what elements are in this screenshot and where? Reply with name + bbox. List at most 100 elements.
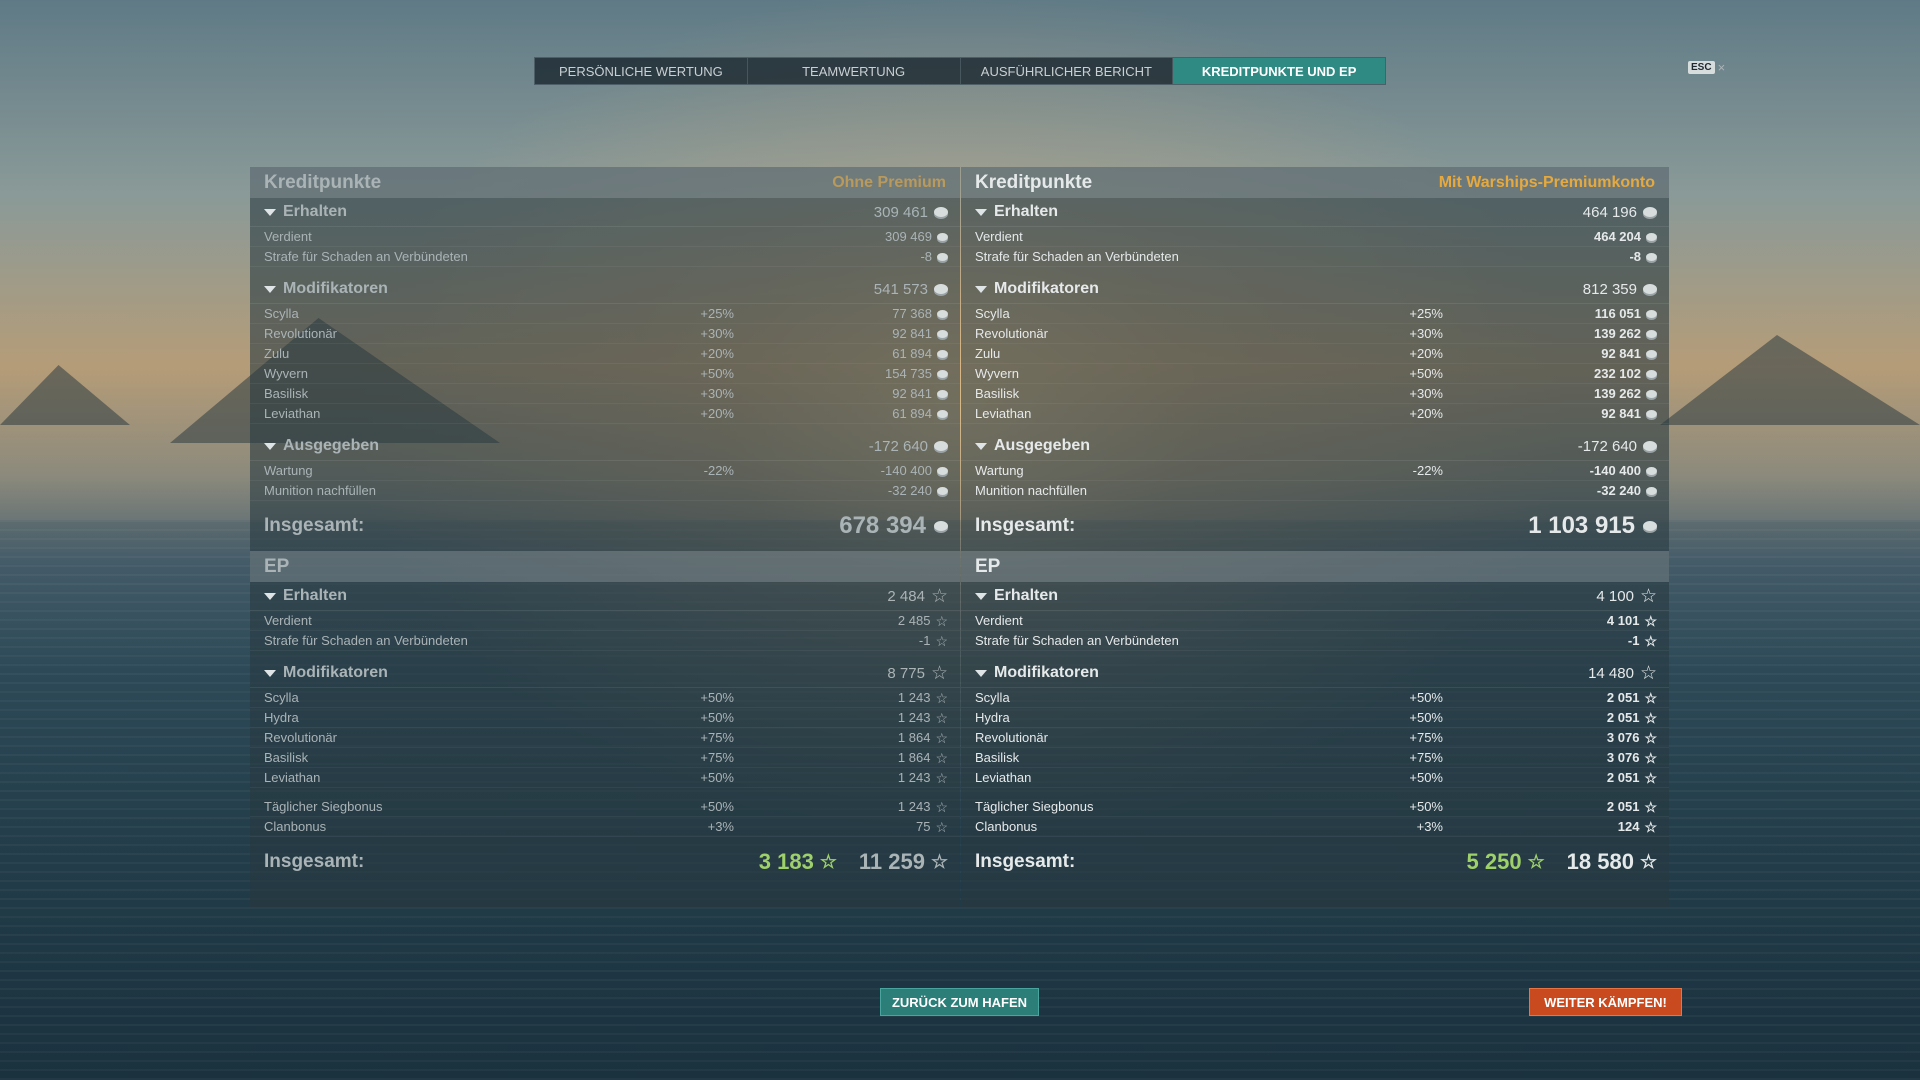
row-amount: -32 240: [1596, 483, 1641, 498]
credit-coin-icon: [1643, 441, 1657, 451]
triangle-down-icon: [264, 669, 276, 677]
result-tabs: PERSÖNLICHE WERTUNG TEAMWERTUNG AUSFÜHRL…: [534, 57, 1386, 85]
tab-personal-score[interactable]: PERSÖNLICHE WERTUNG: [535, 58, 748, 84]
group-header-spent[interactable]: Ausgegeben -172 640: [961, 432, 1669, 461]
row-name: Basilisk: [975, 386, 1020, 401]
triangle-down-icon: [975, 208, 987, 216]
group-amount: 812 359: [1583, 281, 1657, 298]
group-header-modifiers[interactable]: Modifikatoren 541 573: [250, 275, 960, 304]
close-screen-button[interactable]: ESC ×: [1688, 60, 1725, 75]
row-value: 232 102: [1457, 366, 1657, 381]
row-amount: -32 240: [887, 483, 932, 498]
row-name: Täglicher Siegbonus: [264, 799, 383, 814]
group-value: 14 480: [1588, 664, 1634, 682]
row-amount: 61 894: [892, 406, 932, 421]
row-percent: +50%: [1409, 690, 1443, 705]
group-label: Modifikatoren: [975, 664, 1099, 682]
ep-header: EP: [250, 551, 960, 582]
row-amount: 2 051: [1606, 799, 1640, 814]
row-percent: +75%: [700, 730, 734, 745]
row-amount: 139 262: [1594, 386, 1641, 401]
row-value: 309 469: [748, 229, 948, 244]
group-amount: 464 196: [1583, 204, 1657, 221]
table-row: Leviathan +20% 61 894: [250, 404, 960, 424]
star-icon: ☆: [935, 709, 948, 726]
star-icon: ☆: [1644, 818, 1657, 835]
row-amount: 3 076: [1606, 750, 1640, 765]
group-amount: -172 640: [1578, 438, 1657, 455]
credit-coin-icon: [1646, 409, 1657, 418]
row-value: 124 ☆: [1457, 819, 1657, 834]
star-icon: ☆: [1639, 662, 1657, 684]
row-amount: 61 894: [892, 346, 932, 361]
group-header-earned[interactable]: Erhalten 464 196: [961, 198, 1669, 227]
row-name: Scylla: [264, 690, 299, 705]
credits-header: Kreditpunkte Ohne Premium: [250, 167, 960, 198]
row-name: Revolutionär: [264, 730, 337, 745]
row-percent: +75%: [700, 750, 734, 765]
row-name: Hydra: [975, 710, 1010, 725]
group-header-modifiers[interactable]: Modifikatoren 14 480 ☆: [961, 659, 1669, 688]
table-row: Wyvern +50% 232 102: [961, 364, 1669, 384]
credit-coin-icon: [934, 521, 948, 531]
star-icon: ☆: [935, 798, 948, 815]
group-value: 8 775: [887, 664, 925, 682]
row-value: 2 051 ☆: [1457, 799, 1657, 814]
row-percent: +30%: [1409, 386, 1443, 401]
triangle-down-icon: [264, 208, 276, 216]
star-icon: ☆: [819, 851, 837, 873]
group-header-modifiers[interactable]: Modifikatoren 812 359: [961, 275, 1669, 304]
row-amount: 2 485: [897, 613, 931, 628]
tab-detailed-report[interactable]: AUSFÜHRLICHER BERICHT: [961, 58, 1174, 84]
row-amount: 3 076: [1606, 730, 1640, 745]
row-value: -1 ☆: [748, 633, 948, 648]
back-to-port-button[interactable]: ZURÜCK ZUM HAFEN: [880, 988, 1039, 1016]
tab-credits-and-xp[interactable]: KREDITPUNKTE UND EP: [1173, 58, 1385, 84]
group-title: Ausgegeben: [994, 437, 1091, 454]
group-amount: -172 640: [869, 438, 948, 455]
credit-coin-icon: [1646, 466, 1657, 475]
star-icon: ☆: [1644, 769, 1657, 786]
group-value: 4 100: [1596, 587, 1634, 605]
table-row: Verdient 2 485 ☆: [250, 611, 960, 631]
credit-coin-icon: [1646, 389, 1657, 398]
star-icon: ☆: [1644, 798, 1657, 815]
row-name: Leviathan: [264, 770, 321, 785]
group-header-earned[interactable]: Erhalten 2 484 ☆: [250, 582, 960, 611]
row-percent: +25%: [700, 306, 734, 321]
group-header-modifiers[interactable]: Modifikatoren 8 775 ☆: [250, 659, 960, 688]
row-name: Revolutionär: [975, 730, 1048, 745]
table-row: Täglicher Siegbonus +50% 1 243 ☆: [250, 797, 960, 817]
credit-coin-icon: [934, 284, 948, 294]
table-row: Clanbonus +3% 124 ☆: [961, 817, 1669, 837]
row-amount: 77 368: [892, 306, 932, 321]
triangle-down-icon: [975, 442, 987, 450]
table-row: Verdient 309 469: [250, 227, 960, 247]
row-value: 61 894: [748, 406, 948, 421]
group-header-earned[interactable]: Erhalten 309 461: [250, 198, 960, 227]
row-percent: +50%: [1409, 710, 1443, 725]
group-title: Erhalten: [994, 587, 1059, 604]
tab-team-score[interactable]: TEAMWERTUNG: [748, 58, 961, 84]
table-row: Täglicher Siegbonus +50% 2 051 ☆: [961, 797, 1669, 817]
group-amount: 14 480 ☆: [1588, 664, 1657, 683]
ep-total: Insgesamt: 3 183 ☆ 11 259 ☆: [250, 837, 960, 887]
table-row: Basilisk +30% 92 841: [250, 384, 960, 404]
group-title: Erhalten: [283, 587, 348, 604]
star-icon: ☆: [935, 749, 948, 766]
row-amount: 309 469: [885, 229, 932, 244]
star-icon: ☆: [1644, 689, 1657, 706]
group-header-spent[interactable]: Ausgegeben -172 640: [250, 432, 960, 461]
credits-total: Insgesamt: 678 394: [250, 501, 960, 551]
table-row: Revolutionär +30% 139 262: [961, 324, 1669, 344]
group-header-earned[interactable]: Erhalten 4 100 ☆: [961, 582, 1669, 611]
credit-coin-icon: [1646, 349, 1657, 358]
continue-battle-button[interactable]: WEITER KÄMPFEN!: [1529, 988, 1682, 1016]
table-row: Revolutionär +30% 92 841: [250, 324, 960, 344]
row-name: Wyvern: [264, 366, 308, 381]
row-name: Basilisk: [975, 750, 1020, 765]
row-name: Strafe für Schaden an Verbündeten: [264, 633, 468, 648]
row-amount: 2 051: [1606, 770, 1640, 785]
total-amount: 5 250 ☆ 18 580 ☆: [1467, 849, 1657, 875]
